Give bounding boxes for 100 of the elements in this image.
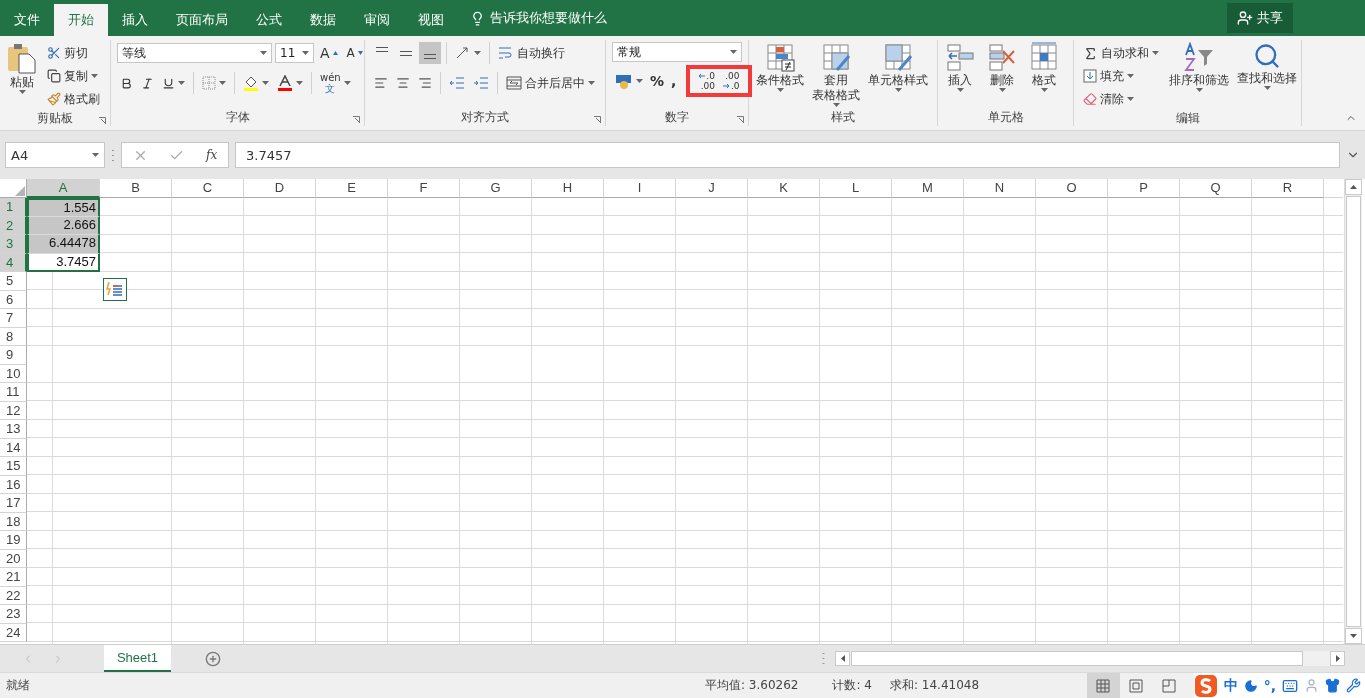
column-header[interactable]: M	[892, 179, 964, 198]
column-header[interactable]: K	[748, 179, 820, 198]
count-text: 计数: 4	[832, 677, 872, 694]
formula-input[interactable]: 3.7457	[235, 142, 1340, 168]
font-select[interactable]: 等线	[117, 43, 272, 63]
menu-tab[interactable]: 开始	[54, 4, 108, 36]
scrollbar-thumb[interactable]	[851, 651, 1303, 666]
row-header[interactable]: 7	[0, 309, 27, 328]
style-button[interactable]: 单元格样式	[867, 42, 929, 108]
row-header[interactable]: 11	[0, 383, 27, 402]
number-format-select[interactable]: 常规	[612, 42, 742, 62]
row-header[interactable]: 5	[0, 272, 27, 291]
column-header[interactable]: N	[964, 179, 1036, 198]
column-header[interactable]: J	[676, 179, 748, 198]
sheet-tab[interactable]: Sheet1	[104, 645, 171, 672]
ime-mode-text[interactable]: 中	[1223, 676, 1238, 695]
row-header[interactable]: 13	[0, 420, 27, 439]
find-select-button[interactable]: 查找和选择	[1236, 42, 1298, 110]
scrollbar-thumb[interactable]	[1346, 196, 1361, 627]
menu-tab[interactable]: 插入	[108, 4, 162, 36]
font-size-select[interactable]: 11	[275, 43, 314, 63]
shrink-font-button[interactable]: A	[343, 42, 366, 64]
column-header[interactable]: A	[27, 179, 100, 198]
status-text: 就绪	[6, 677, 30, 694]
column-header[interactable]: D	[244, 179, 316, 198]
menu-tab[interactable]: 视图	[404, 4, 458, 36]
column-header[interactable]: Q	[1180, 179, 1252, 198]
row-header[interactable]: 3	[0, 235, 27, 254]
column-header[interactable]: H	[532, 179, 604, 198]
style-button[interactable]: 套用 表格格式	[811, 42, 861, 108]
menu-tab[interactable]: 文件	[0, 4, 54, 36]
sort-filter-button[interactable]: 排序和筛选	[1168, 42, 1230, 110]
caret-icon	[343, 81, 351, 85]
menu-tab[interactable]: 审阅	[350, 4, 404, 36]
scroll-up-button[interactable]	[1345, 179, 1362, 195]
column-header[interactable]: G	[460, 179, 532, 198]
caret-icon	[260, 51, 267, 55]
column-header[interactable]: F	[388, 179, 460, 198]
share-button[interactable]: 共享	[1227, 3, 1293, 33]
caret-icon	[296, 81, 303, 85]
column-header[interactable]: B	[100, 179, 172, 198]
scroll-left-button[interactable]	[835, 651, 850, 666]
style-button[interactable]: 条件格式	[755, 42, 805, 108]
decrease-indent-icon	[449, 76, 465, 90]
column-header[interactable]: P	[1108, 179, 1180, 198]
cells-button[interactable]: 删除	[986, 42, 1018, 108]
column-header[interactable]: C	[172, 179, 244, 198]
fill-button[interactable]: 填充	[1080, 65, 1162, 87]
menu-tab[interactable]: 页面布局	[162, 4, 242, 36]
column-header[interactable]: I	[604, 179, 676, 198]
caret-icon	[1195, 88, 1203, 92]
italic-icon	[141, 76, 154, 90]
paste-button[interactable]: 粘贴	[6, 42, 38, 110]
caret-icon	[474, 51, 481, 55]
table-cell: 1.554	[27, 198, 100, 217]
format-painter-button[interactable]: 格式刷	[44, 88, 103, 110]
ime-punctuation-text[interactable]: °,	[1263, 677, 1276, 694]
keyboard-icon	[1282, 677, 1298, 694]
arrow-left-icon	[698, 73, 706, 79]
scroll-down-button[interactable]	[1345, 628, 1362, 644]
insert-function-button[interactable]: fx	[206, 148, 218, 162]
cells-button[interactable]: 插入	[944, 42, 976, 108]
view-button[interactable]	[1086, 673, 1120, 698]
row-header[interactable]: 1	[0, 198, 27, 217]
increase-decimal-button[interactable]: .0 .00	[696, 71, 717, 91]
row-header[interactable]: 21	[0, 568, 27, 587]
cells-button[interactable]: 格式	[1028, 42, 1060, 108]
column-header[interactable]: L	[820, 179, 892, 198]
caret-icon	[91, 74, 98, 78]
clear-button[interactable]: 清除	[1080, 88, 1162, 110]
menu-tab[interactable]: 公式	[242, 4, 296, 36]
phonetic-button[interactable]: wén 文	[317, 72, 354, 94]
comma-style-button[interactable]: ,	[668, 70, 680, 92]
percent-button[interactable]: %	[647, 70, 668, 92]
tell-me-search[interactable]: 告诉我你想要做什么	[470, 9, 607, 27]
caret-icon	[1152, 51, 1159, 55]
merge-center-button[interactable]: 合并后居中	[503, 72, 598, 94]
column-header[interactable]: E	[316, 179, 388, 198]
grow-font-button[interactable]: A	[317, 42, 341, 64]
menu-tab[interactable]: 数据	[296, 4, 350, 36]
row-header[interactable]: 15	[0, 457, 27, 476]
row-header[interactable]: 23	[0, 605, 27, 624]
autosum-button[interactable]: 自动求和	[1080, 42, 1162, 64]
decrease-decimal-button[interactable]: .00 .0	[720, 71, 742, 91]
column-header[interactable]: R	[1252, 179, 1324, 198]
column-header[interactable]: O	[1036, 179, 1108, 198]
wrap-text-button[interactable]: 自动换行	[495, 42, 568, 64]
select-all-corner[interactable]	[0, 179, 27, 198]
user-plus-icon	[1237, 10, 1253, 26]
row-header[interactable]: 19	[0, 531, 27, 550]
scroll-right-button[interactable]	[1330, 651, 1345, 666]
copy-button[interactable]: 复制	[44, 65, 103, 87]
left-triangle-icon	[840, 655, 845, 662]
row-header[interactable]: 17	[0, 494, 27, 513]
vertical-align-button[interactable]	[419, 42, 441, 64]
name-box[interactable]: A4	[5, 142, 105, 168]
cut-button[interactable]: 剪切	[44, 42, 103, 64]
wrench-icon	[1346, 678, 1361, 693]
scissors-icon	[47, 46, 61, 60]
row-header[interactable]: 9	[0, 346, 27, 365]
